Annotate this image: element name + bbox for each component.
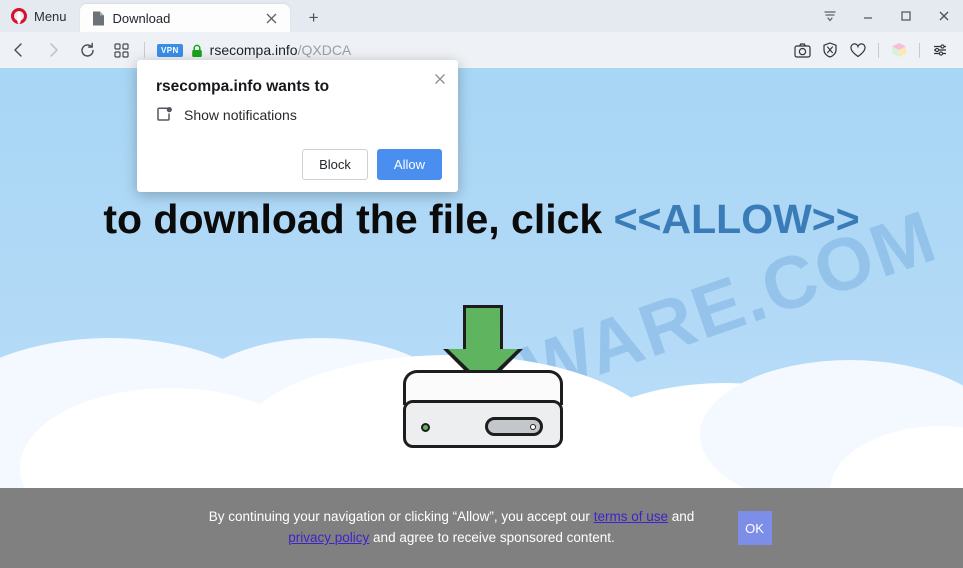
consent-ok-button[interactable]: OK xyxy=(737,511,772,545)
browser-window: Menu Download + VPN rsecompa.info/QXDCA … xyxy=(0,0,963,568)
new-tab-button[interactable]: + xyxy=(304,8,324,28)
consent-banner-text: By continuing your navigation or clickin… xyxy=(192,507,712,549)
forward-button-icon[interactable] xyxy=(38,36,68,64)
padlock-icon[interactable] xyxy=(191,44,202,57)
download-to-drive-illustration xyxy=(403,305,563,448)
url-path: /QXDCA xyxy=(297,42,352,58)
toolbar-divider xyxy=(144,42,145,58)
window-controls xyxy=(811,0,963,32)
tab-strip: Menu Download + xyxy=(0,0,963,32)
page-headline: to download the file, click <<ALLOW>> xyxy=(0,196,963,243)
url-domain: rsecompa.info xyxy=(209,42,298,58)
minimize-button[interactable] xyxy=(849,0,887,32)
url-text[interactable]: rsecompa.info/QXDCA xyxy=(210,42,352,58)
menu-button-label: Menu xyxy=(34,8,67,24)
privacy-policy-link[interactable]: privacy policy xyxy=(288,530,369,545)
permission-option-label: Show notifications xyxy=(184,106,297,123)
notification-permission-dialog: rsecompa.info wants to Show notification… xyxy=(137,60,458,192)
headline-allow-text: <<ALLOW>> xyxy=(613,196,860,242)
consent-text-part2: and xyxy=(667,509,695,525)
easy-setup-sliders-icon[interactable] xyxy=(927,37,953,63)
extensions-cube-icon[interactable] xyxy=(886,37,912,63)
consent-banner: By continuing your navigation or clickin… xyxy=(0,488,963,568)
notification-square-icon xyxy=(156,106,173,123)
toolbar-right-icons xyxy=(789,37,953,63)
drive-slot-shape xyxy=(485,417,543,436)
reload-button-icon[interactable] xyxy=(72,36,102,64)
dialog-close-icon[interactable] xyxy=(429,68,451,90)
opera-menu-button[interactable]: Menu xyxy=(0,0,77,32)
permission-option-row: Show notifications xyxy=(156,106,442,123)
maximize-button[interactable] xyxy=(887,0,925,32)
opera-logo-icon xyxy=(11,8,27,24)
back-button-icon[interactable] xyxy=(4,36,34,64)
drive-slot-dot xyxy=(530,424,536,430)
drive-led-icon xyxy=(421,423,430,432)
block-button[interactable]: Block xyxy=(302,149,368,180)
permission-dialog-title: rsecompa.info wants to xyxy=(156,78,330,95)
terms-of-use-link[interactable]: terms of use xyxy=(594,509,668,524)
tab-close-icon[interactable] xyxy=(262,8,282,28)
toolbar-divider-2 xyxy=(878,42,879,58)
consent-text-part1: By continuing your navigation or clickin… xyxy=(208,509,594,525)
tab-menu-icon[interactable] xyxy=(811,0,849,32)
consent-text-part3: and agree to receive sponsored content. xyxy=(369,530,615,545)
page-file-icon xyxy=(92,11,105,26)
headline-prefix: to download the file, click xyxy=(103,196,614,242)
snapshot-icon[interactable] xyxy=(789,37,815,63)
download-arrow-stem-icon xyxy=(463,305,503,353)
tab-title: Download xyxy=(112,10,171,26)
ad-blocker-icon[interactable] xyxy=(817,37,843,63)
browser-tab-download[interactable]: Download xyxy=(79,4,290,32)
close-window-button[interactable] xyxy=(925,0,963,32)
permission-dialog-actions: Block Allow xyxy=(153,149,442,180)
vpn-badge[interactable]: VPN xyxy=(157,43,183,57)
speed-dial-grid-icon[interactable] xyxy=(106,36,136,64)
allow-button[interactable]: Allow xyxy=(376,149,442,180)
heart-icon[interactable] xyxy=(845,37,871,63)
toolbar-divider-3 xyxy=(919,42,920,58)
